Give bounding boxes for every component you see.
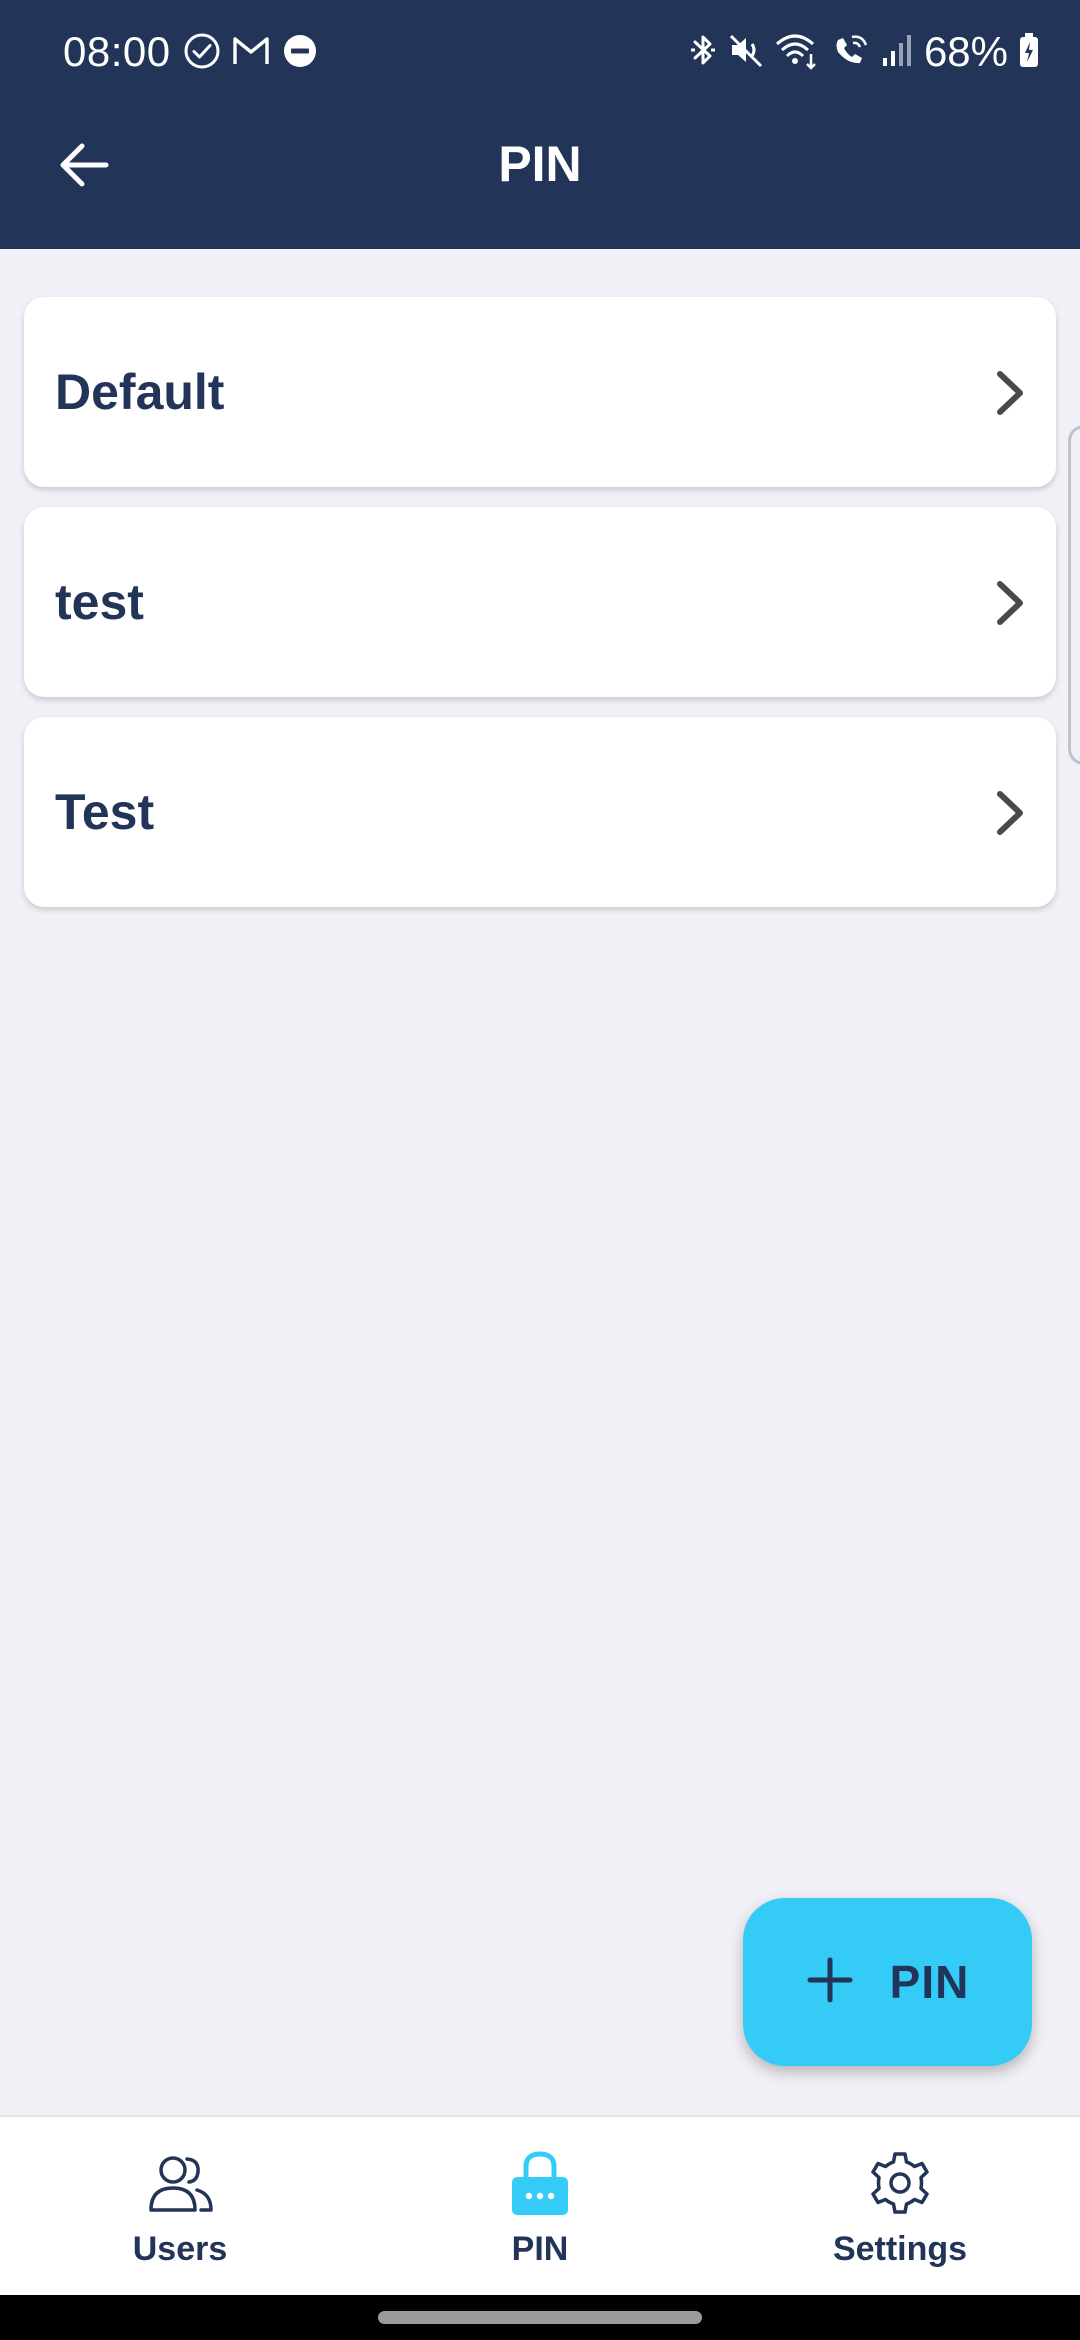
bluetooth-icon [688, 30, 718, 75]
top-app-bar: 08:00 68% PIN [0, 0, 1080, 249]
chevron-right-icon [990, 369, 1030, 417]
wifi-calling-icon [830, 30, 870, 75]
lock-icon [509, 2149, 571, 2222]
scroll-handle[interactable] [1068, 425, 1080, 765]
chevron-right-icon [990, 789, 1030, 837]
status-right-icons: 68% [688, 26, 1040, 78]
plus-icon [806, 1956, 854, 2009]
status-left-icons [183, 32, 319, 75]
add-pin-label: PIN [889, 1956, 970, 2008]
add-pin-button[interactable]: PIN [743, 1898, 1032, 2066]
wifi-icon [774, 30, 820, 75]
check-circle-icon [183, 32, 221, 75]
mute-icon [728, 30, 764, 75]
pin-list: Default test Test [24, 297, 1056, 927]
page-title: PIN [498, 136, 582, 192]
do-not-disturb-icon [281, 32, 319, 75]
list-item-label: test [55, 574, 144, 630]
nav-label-users: Users [132, 2230, 228, 2268]
nav-label-pin: PIN [511, 2230, 569, 2268]
home-gesture-handle[interactable] [378, 2311, 702, 2324]
nav-item-settings[interactable]: Settings [720, 2117, 1080, 2297]
list-item[interactable]: test [24, 507, 1056, 697]
signal-icon [880, 30, 914, 75]
chevron-right-icon [990, 579, 1030, 627]
status-time: 08:00 [63, 28, 171, 75]
battery-charging-icon [1018, 30, 1040, 75]
list-item[interactable]: Test [24, 717, 1056, 907]
nav-item-users[interactable]: Users [0, 2117, 360, 2297]
list-item-label: Default [55, 364, 225, 420]
gesture-navigation-bar [0, 2295, 1080, 2340]
bottom-navigation: Users PIN Settings [0, 2115, 1080, 2295]
battery-percent: 68% [923, 28, 1008, 75]
users-icon [145, 2152, 215, 2219]
list-item-label: Test [55, 784, 155, 840]
gear-icon [867, 2150, 933, 2221]
nav-item-pin[interactable]: PIN [360, 2117, 720, 2297]
nav-label-settings: Settings [832, 2230, 968, 2268]
list-item[interactable]: Default [24, 297, 1056, 487]
gmail-icon [230, 32, 272, 75]
status-bar: 08:00 68% [0, 0, 1080, 104]
